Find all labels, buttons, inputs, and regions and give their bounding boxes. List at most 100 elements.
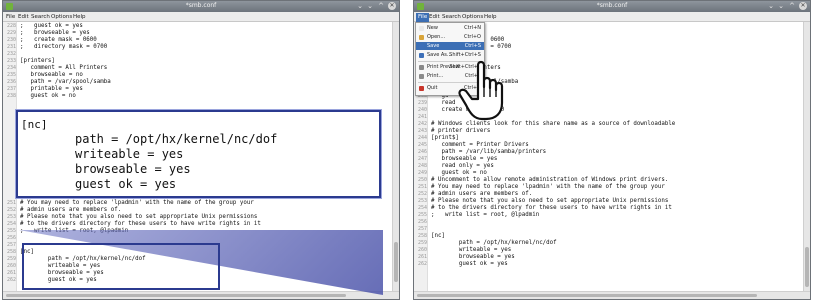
code-text: # to the drivers directory for these use… — [20, 221, 261, 227]
code-line: 251 # You may need to replace 'lpadmin' w… — [3, 200, 392, 207]
code-text: ; guest ok = yes — [20, 23, 83, 29]
line-number: 254 — [6, 221, 16, 227]
minimize-icon[interactable]: ⌄ — [367, 2, 373, 10]
line-number: 259 — [6, 256, 16, 262]
code-text: [print$] — [431, 135, 459, 141]
code-line: 248 read only = yes — [414, 163, 803, 170]
menu-search[interactable]: Search — [31, 14, 50, 20]
line-number: 251 — [417, 184, 427, 190]
minimize-icon[interactable]: ⌄ — [778, 2, 784, 10]
menu-item-shortcut: Ctrl+N — [464, 25, 481, 31]
more-icon[interactable]: ⌄ — [768, 2, 774, 10]
code-line: 253 # Please note that you also need to s… — [3, 214, 392, 221]
line-number: 257 — [417, 226, 427, 232]
code-text: browseable = yes — [431, 156, 498, 162]
code-text: ; directory mask = 0700 — [20, 44, 108, 50]
line-number: 260 — [6, 263, 16, 269]
code-line: 247 browseable = yes — [414, 156, 803, 163]
code-line: 257 — [414, 226, 803, 233]
horizontal-scrollbar[interactable] — [414, 291, 810, 299]
code-text: ; create mask = 0600 — [20, 37, 97, 43]
close-icon[interactable]: ✕ — [799, 2, 807, 10]
line-number: 245 — [417, 142, 427, 148]
code-line: 243 # printer drivers — [414, 128, 803, 135]
scroll-thumb[interactable] — [6, 294, 346, 297]
line-number: 230 — [6, 37, 16, 43]
menu-help[interactable]: Help — [484, 14, 497, 20]
file-menu-item[interactable]: Save As... Shift+Ctrl+S — [416, 51, 484, 59]
menu-help[interactable]: Help — [73, 14, 86, 20]
code-line: 261 browseable = yes — [414, 254, 803, 261]
code-line: 254 # to the drivers directory for these … — [414, 205, 803, 212]
horizontal-scrollbar[interactable] — [3, 291, 399, 299]
menu-edit[interactable]: Edit — [18, 14, 29, 20]
line-number: 250 — [417, 177, 427, 183]
line-number: 253 — [6, 214, 16, 220]
code-line: 245 comment = Printer Drivers — [414, 142, 803, 149]
line-number: 258 — [6, 249, 16, 255]
code-text: read only = yes — [431, 163, 494, 169]
code-line: 228 ; guest ok = yes — [3, 23, 392, 30]
title-bar[interactable]: *smb.conf ⌄ ⌄ ^ ✕ — [3, 1, 399, 12]
code-line: 255 ; write list = root, @lpadmin — [414, 212, 803, 219]
line-number: 236 — [6, 79, 16, 85]
code-line: 244 [print$] — [414, 135, 803, 142]
scroll-thumb[interactable] — [805, 247, 809, 287]
zoom-line: browseable = yes — [75, 162, 191, 176]
code-line: 229 ; browseable = yes — [3, 30, 392, 37]
scroll-thumb[interactable] — [394, 242, 398, 282]
line-number: 239 — [417, 100, 427, 106]
code-line: 246 path = /var/lib/samba/printers — [414, 149, 803, 156]
code-text: browseable = no — [20, 72, 83, 78]
menu-file[interactable]: File — [416, 13, 430, 22]
vertical-scrollbar[interactable] — [392, 22, 399, 291]
code-line: 234 comment = All Printers — [3, 65, 392, 72]
code-text: path = /var/spool/samba — [20, 79, 111, 85]
code-line: 237 printable = yes — [3, 86, 392, 93]
line-number: 232 — [6, 51, 16, 57]
code-text: # You may need to replace 'lpadmin' with… — [20, 200, 254, 206]
scroll-thumb[interactable] — [417, 294, 757, 297]
file-menu-item[interactable]: Save Ctrl+S — [416, 42, 484, 50]
vertical-scrollbar[interactable] — [803, 22, 810, 291]
code-text: path = /var/lib/samba/printers — [431, 149, 547, 155]
code-text: comment = Printer Drivers — [431, 142, 529, 148]
code-text: [nc] — [431, 233, 445, 239]
menu-file[interactable]: File — [6, 14, 15, 20]
line-number: 241 — [417, 114, 427, 120]
line-number: 252 — [6, 207, 16, 213]
code-line: 231 ; directory mask = 0700 — [3, 44, 392, 51]
code-text: guest ok = yes — [431, 261, 508, 267]
code-text: ; browseable = yes — [20, 30, 90, 36]
file-menu-item[interactable]: New Ctrl+N — [416, 24, 484, 32]
file-menu-item[interactable]: Open... Ctrl+O — [416, 33, 484, 41]
line-number: 254 — [417, 205, 427, 211]
more-icon[interactable]: ⌄ — [357, 2, 363, 10]
code-line: 253 # Please note that you also need to s… — [414, 198, 803, 205]
line-number: 243 — [417, 128, 427, 134]
code-line: 252 # admin users are members of. — [3, 207, 392, 214]
code-line: 252 # admin users are members of. — [414, 191, 803, 198]
line-number: 261 — [417, 254, 427, 260]
code-line: 230 ; create mask = 0600 — [3, 37, 392, 44]
highlight-frame — [22, 243, 220, 290]
menu-options[interactable]: Options — [462, 14, 483, 20]
line-number: 237 — [6, 86, 16, 92]
maximize-icon[interactable]: ^ — [789, 2, 795, 10]
line-number: 246 — [417, 149, 427, 155]
line-number: 260 — [417, 247, 427, 253]
menu-options[interactable]: Options — [51, 14, 72, 20]
close-icon[interactable]: ✕ — [388, 2, 396, 10]
line-number: 238 — [6, 93, 16, 99]
new-file-icon — [419, 26, 424, 31]
code-line: 251 # You may need to replace 'lpadmin' w… — [414, 184, 803, 191]
code-text: # admin users are members of. — [431, 191, 533, 197]
menu-search[interactable]: Search — [442, 14, 461, 20]
menu-edit[interactable]: Edit — [429, 14, 440, 20]
title-bar[interactable]: *smb.conf ⌄ ⌄ ^ ✕ — [414, 1, 810, 12]
code-line: 235 browseable = no — [3, 72, 392, 79]
menu-item-label: Save — [427, 43, 440, 49]
line-number: 253 — [417, 198, 427, 204]
maximize-icon[interactable]: ^ — [378, 2, 384, 10]
line-number: 231 — [6, 44, 16, 50]
